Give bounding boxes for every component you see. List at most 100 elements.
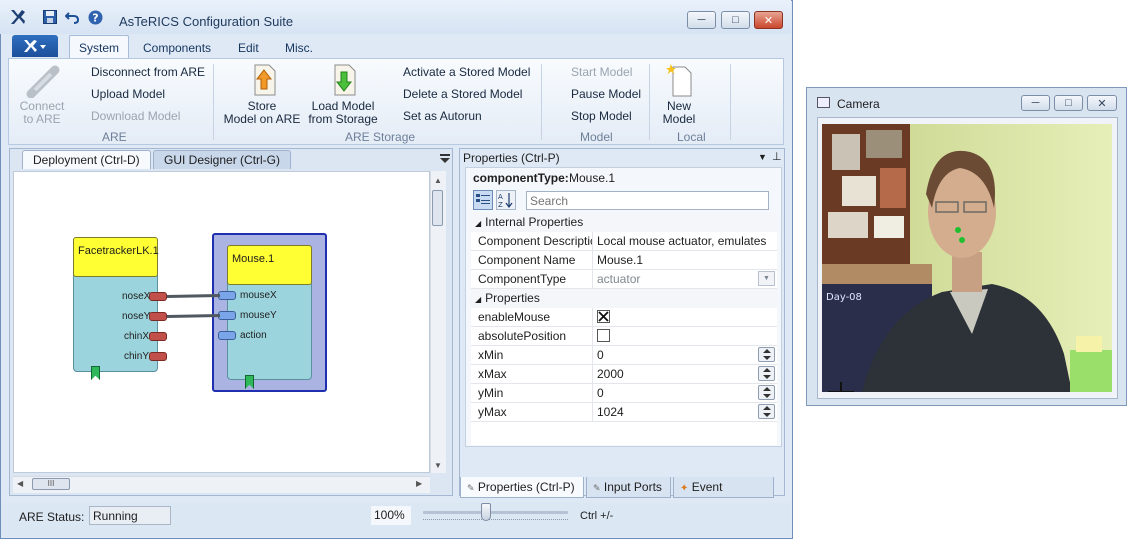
- undo-icon[interactable]: [64, 9, 80, 25]
- group-label-model: Model: [580, 130, 613, 144]
- search-input[interactable]: [526, 191, 769, 210]
- property-value[interactable]: Mouse.1: [593, 251, 777, 269]
- property-row[interactable]: enableMouse: [471, 308, 777, 327]
- tab-edit[interactable]: Edit: [238, 41, 259, 55]
- output-port-chiny[interactable]: [149, 352, 167, 361]
- horizontal-scrollbar[interactable]: [13, 476, 430, 493]
- port-label-nosex: noseX: [122, 291, 151, 302]
- dropdown-arrow-icon[interactable]: ▼: [758, 271, 775, 286]
- pin-icon[interactable]: ⊥: [772, 150, 782, 163]
- spinner-arrows-icon[interactable]: [758, 385, 775, 400]
- connect-icon: [25, 64, 61, 101]
- maximize-button[interactable]: □: [721, 11, 750, 29]
- property-row[interactable]: yMax 1024: [471, 403, 777, 422]
- connect-to-are-button[interactable]: Connect to ARE: [12, 100, 72, 126]
- tab-system[interactable]: System: [69, 35, 130, 59]
- property-name: enableMouse: [471, 308, 593, 326]
- window-title: AsTeRICS Configuration Suite: [119, 14, 294, 29]
- stop-model-button[interactable]: Stop Model: [571, 109, 632, 123]
- delete-stored-model-button[interactable]: Delete a Stored Model: [403, 87, 522, 101]
- vertical-scroll-thumb[interactable]: [432, 190, 443, 226]
- sort-alphabetical-icon[interactable]: AZ: [496, 190, 516, 210]
- property-value-spinner[interactable]: 0: [593, 346, 777, 364]
- start-model-button[interactable]: Start Model: [571, 65, 632, 79]
- categorized-view-icon[interactable]: [473, 190, 493, 210]
- close-button[interactable]: ✕: [754, 11, 783, 29]
- spinner-arrows-icon[interactable]: [758, 404, 775, 419]
- new-model-button[interactable]: New Model: [655, 100, 703, 126]
- tab-misc[interactable]: Misc.: [285, 41, 313, 55]
- property-value[interactable]: Local mouse actuator, emulates: [593, 232, 777, 250]
- scroll-left-icon[interactable]: ◀: [17, 479, 23, 488]
- zoom-slider-thumb[interactable]: [481, 503, 491, 521]
- camera-minimize-button[interactable]: ─: [1021, 95, 1050, 111]
- load-model-button[interactable]: Load Model from Storage: [304, 100, 382, 126]
- property-row[interactable]: xMax 2000: [471, 365, 777, 384]
- property-value-spinner[interactable]: 1024: [593, 403, 777, 421]
- tab-properties[interactable]: ✎ Properties (Ctrl-P): [460, 477, 584, 498]
- category-internal-properties[interactable]: ◢ Internal Properties: [471, 213, 777, 232]
- zoom-slider-track[interactable]: [423, 511, 568, 514]
- ribbon-separator: [541, 64, 542, 140]
- enable-mouse-checkbox[interactable]: [597, 310, 610, 323]
- pane-dropdown-icon[interactable]: ▼: [758, 152, 767, 162]
- property-name: absolutePosition: [471, 327, 593, 345]
- ribbon-separator: [213, 64, 214, 140]
- property-row[interactable]: yMin 0: [471, 384, 777, 403]
- store-model-button[interactable]: Store Model on ARE: [220, 100, 304, 126]
- port-label-action: action: [240, 330, 267, 341]
- property-value: 2000: [597, 367, 624, 381]
- property-row[interactable]: Component Name Mouse.1: [471, 251, 777, 270]
- property-row[interactable]: xMin 0: [471, 346, 777, 365]
- are-status-label: ARE Status:: [19, 510, 85, 524]
- tab-event-listener[interactable]: ✦ Event Listener: [673, 477, 774, 516]
- camera-window-icon: [817, 97, 830, 108]
- collapse-icon[interactable]: ◢: [475, 219, 481, 228]
- tab-gui-designer[interactable]: GUI Designer (Ctrl-G): [153, 150, 292, 169]
- minimize-button[interactable]: ─: [687, 11, 716, 29]
- pause-model-button[interactable]: Pause Model: [571, 87, 641, 101]
- title-bar: ? AsTeRICS Configuration Suite ─ □ ✕: [0, 0, 791, 34]
- tab-deployment[interactable]: Deployment (Ctrl-D): [22, 150, 151, 169]
- tab-input-ports[interactable]: ✎ Input Ports: [586, 477, 671, 498]
- absolute-position-checkbox[interactable]: [597, 329, 610, 342]
- camera-video-feed: Day-08: [822, 124, 1112, 392]
- property-name: xMin: [471, 346, 593, 364]
- property-name: yMin: [471, 384, 593, 402]
- svg-text:Z: Z: [498, 201, 503, 208]
- property-row[interactable]: Component Descriptic Local mouse actuato…: [471, 232, 777, 251]
- pane-options-icon[interactable]: [440, 153, 450, 167]
- spinner-arrows-icon[interactable]: [758, 366, 775, 381]
- tab-components[interactable]: Components: [143, 41, 211, 55]
- set-as-autorun-button[interactable]: Set as Autorun: [403, 109, 482, 123]
- camera-close-button[interactable]: ✕: [1087, 95, 1117, 111]
- scroll-up-icon[interactable]: ▲: [434, 176, 442, 185]
- property-row[interactable]: ComponentType actuator ▼: [471, 270, 777, 289]
- properties-pane-title: Properties (Ctrl-P): [463, 151, 560, 165]
- horizontal-scroll-thumb[interactable]: III: [32, 478, 70, 490]
- scroll-down-icon[interactable]: ▼: [434, 461, 442, 470]
- help-icon[interactable]: ?: [87, 9, 103, 25]
- save-icon[interactable]: [42, 9, 58, 25]
- category-properties[interactable]: ◢ Properties: [471, 289, 777, 308]
- download-model-button[interactable]: Download Model: [91, 109, 180, 123]
- zoom-level: 100%: [371, 506, 411, 525]
- scroll-right-icon[interactable]: ▶: [416, 479, 422, 488]
- zoom-slider-ticks: [423, 519, 568, 523]
- activate-stored-model-button[interactable]: Activate a Stored Model: [403, 65, 530, 79]
- property-value-dropdown[interactable]: actuator ▼: [593, 270, 777, 288]
- collapse-icon[interactable]: ◢: [475, 295, 481, 304]
- spinner-arrows-icon[interactable]: [758, 347, 775, 362]
- application-menu-button[interactable]: [12, 35, 58, 57]
- input-port-action[interactable]: [218, 331, 236, 340]
- property-value-spinner[interactable]: 0: [593, 384, 777, 402]
- property-value-spinner[interactable]: 2000: [593, 365, 777, 383]
- property-row[interactable]: absolutePosition: [471, 327, 777, 346]
- camera-maximize-button[interactable]: □: [1054, 95, 1083, 111]
- property-name: yMax: [471, 403, 593, 421]
- output-port-chinx[interactable]: [149, 332, 167, 341]
- upload-model-button[interactable]: Upload Model: [91, 87, 165, 101]
- group-label-are-storage: ARE Storage: [345, 130, 416, 144]
- group-label-local: Local: [677, 130, 706, 144]
- disconnect-from-are-button[interactable]: Disconnect from ARE: [91, 65, 205, 79]
